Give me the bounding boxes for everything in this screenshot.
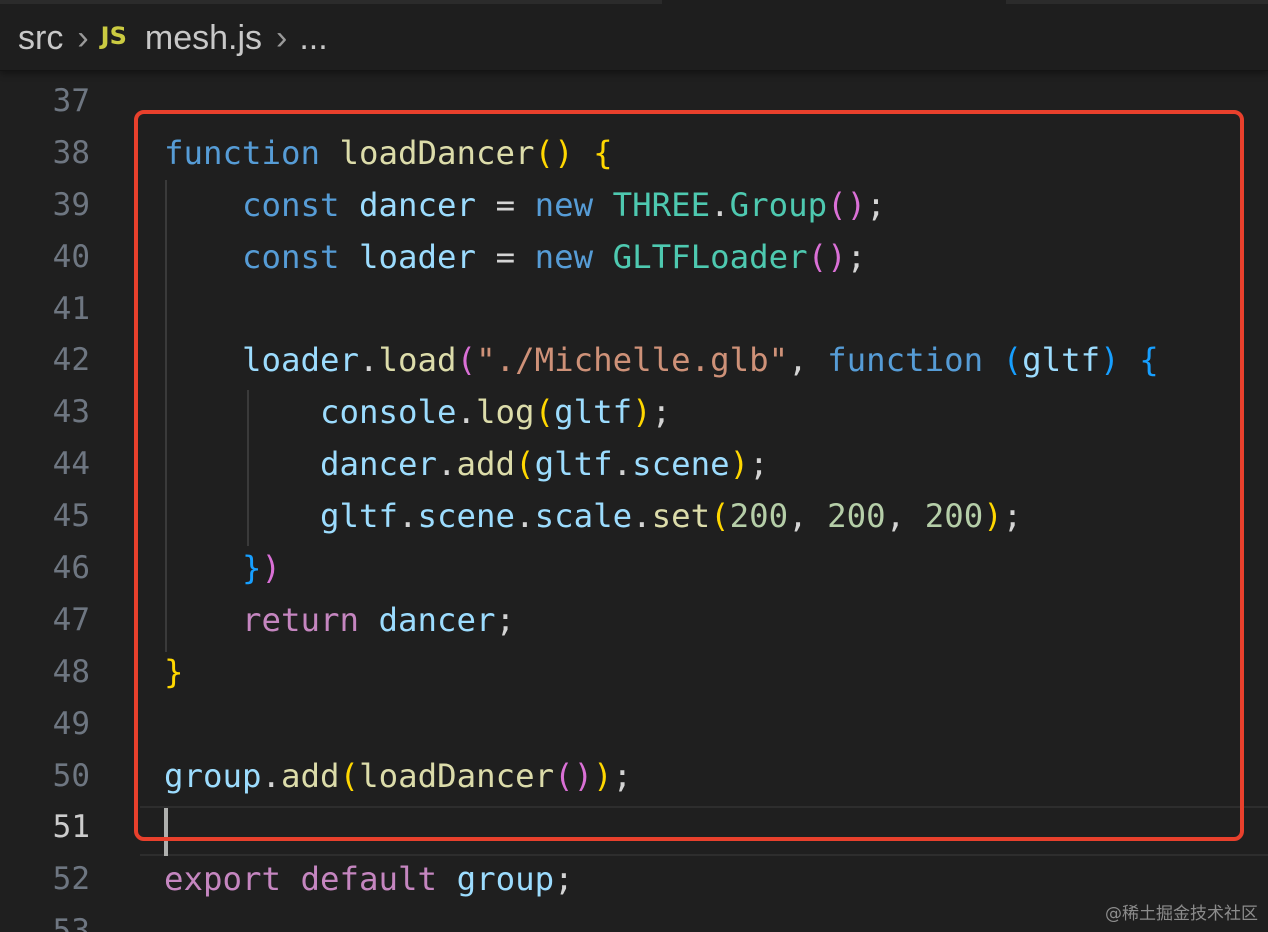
breadcrumb-file[interactable]: mesh.js [145, 19, 262, 58]
line-number-gutter: 37 38 39 40 41 42 43 44 45 46 47 48 49 5… [0, 76, 90, 932]
line-number: 44 [52, 446, 90, 483]
line-number: 49 [52, 705, 90, 742]
breadcrumb-folder[interactable]: src [18, 19, 63, 58]
chevron-right-icon: › [77, 18, 89, 57]
line-number-active: 51 [52, 809, 90, 846]
red-highlight-box [134, 110, 1244, 841]
line-number: 48 [52, 653, 90, 690]
tab-strip-edge [0, 0, 662, 4]
line-number: 41 [52, 290, 90, 327]
tab-strip-edge [1006, 0, 1268, 4]
line-number: 53 [52, 913, 90, 932]
line-number: 42 [52, 342, 90, 379]
line-number: 52 [52, 861, 90, 898]
line-number: 37 [52, 83, 90, 119]
chevron-right-icon: › [276, 18, 288, 57]
code-line[interactable] [164, 906, 1268, 932]
javascript-file-icon: JS [100, 22, 127, 50]
breadcrumb-more[interactable]: ... [299, 19, 327, 58]
code-line[interactable]: export default group; [164, 854, 1268, 906]
line-number: 50 [52, 757, 90, 794]
code-editor: src › JS mesh.js › ... 37 38 39 40 41 42… [0, 0, 1268, 932]
line-number: 40 [52, 238, 90, 275]
line-number: 43 [52, 394, 90, 431]
watermark: @稀土掘金技术社区 [1105, 904, 1258, 924]
line-number: 47 [52, 601, 90, 638]
line-number: 38 [52, 134, 90, 171]
line-number: 39 [52, 186, 90, 223]
breadcrumb: src › JS mesh.js › ... [18, 14, 328, 62]
line-number: 46 [52, 550, 90, 587]
line-number: 45 [52, 498, 90, 535]
breadcrumb-bar: src › JS mesh.js › ... [0, 0, 1268, 71]
